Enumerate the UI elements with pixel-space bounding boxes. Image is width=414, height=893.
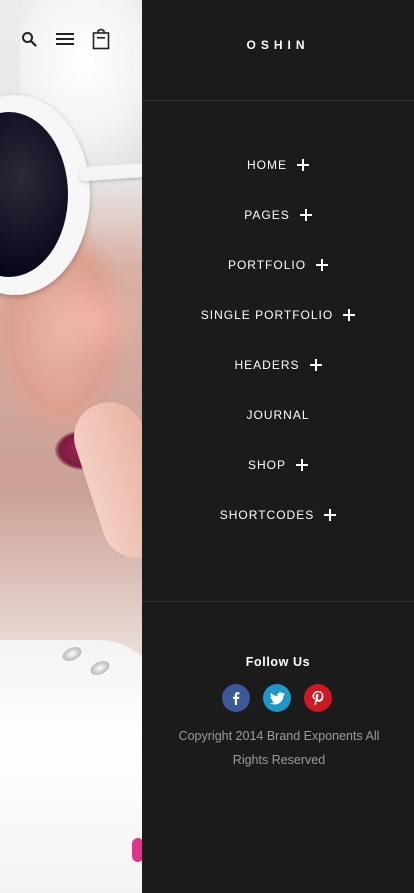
nav-item-home: HOME bbox=[142, 151, 414, 201]
plus-icon[interactable] bbox=[296, 459, 308, 471]
hamburger-icon[interactable] bbox=[54, 28, 76, 50]
search-icon[interactable] bbox=[18, 28, 40, 50]
social-links bbox=[222, 684, 345, 712]
nav-item-label: PORTFOLIO bbox=[227, 258, 307, 272]
nav-item-portfolio: PORTFOLIO bbox=[142, 251, 414, 301]
photo-finger bbox=[64, 393, 142, 567]
nav-link-journal[interactable]: JOURNAL bbox=[246, 401, 309, 429]
plus-icon[interactable] bbox=[309, 359, 322, 371]
photo-collar bbox=[0, 640, 142, 893]
nav-link-headers[interactable]: HEADERS bbox=[234, 351, 322, 379]
nav-item-label: SINGLE PORTFOLIO bbox=[200, 308, 334, 322]
photo-nail bbox=[132, 838, 142, 862]
facebook-icon[interactable] bbox=[222, 684, 250, 712]
nav-item-label: SHOP bbox=[247, 458, 286, 472]
hero-photo bbox=[0, 0, 142, 893]
nav-item-label: JOURNAL bbox=[246, 408, 310, 422]
plus-icon[interactable] bbox=[316, 259, 329, 271]
nav-item-shop: SHOP bbox=[142, 451, 414, 501]
twitter-icon[interactable] bbox=[263, 684, 291, 712]
pinterest-icon[interactable] bbox=[304, 684, 332, 712]
nav-item-label: HEADERS bbox=[234, 358, 300, 372]
side-menu-panel: OSHIN HOME PAGES PORTFOLIO SINGLE PORTFO… bbox=[142, 0, 414, 893]
copyright-text: Copyright 2014 Brand Exponents All Right… bbox=[178, 729, 380, 767]
plus-icon[interactable] bbox=[343, 309, 356, 321]
nav-item-label: HOME bbox=[247, 158, 287, 172]
site-logo[interactable]: OSHIN bbox=[142, 38, 414, 52]
nav-item-label: PAGES bbox=[244, 208, 290, 222]
nav-item-shortcodes: SHORTCODES bbox=[142, 501, 414, 551]
nav-item-label: SHORTCODES bbox=[219, 508, 315, 522]
plus-icon[interactable] bbox=[297, 159, 309, 171]
nav-item-pages: PAGES bbox=[142, 201, 414, 251]
nav-link-shop[interactable]: SHOP bbox=[248, 451, 308, 479]
nav-item-journal: JOURNAL bbox=[142, 401, 414, 451]
nav-link-home[interactable]: HOME bbox=[247, 151, 309, 179]
nav-link-portfolio[interactable]: PORTFOLIO bbox=[227, 251, 329, 279]
header-icons bbox=[18, 28, 126, 50]
shopping-bag-icon[interactable] bbox=[90, 28, 112, 50]
menu-divider-bottom bbox=[142, 601, 414, 602]
plus-icon[interactable] bbox=[324, 509, 337, 521]
nav-item-single-portfolio: SINGLE PORTFOLIO bbox=[142, 301, 414, 351]
nav-link-single-portfolio[interactable]: SINGLE PORTFOLIO bbox=[200, 301, 356, 329]
follow-us-heading: Follow Us bbox=[245, 655, 311, 669]
menu-divider-top bbox=[142, 100, 414, 101]
nav-item-headers: HEADERS bbox=[142, 351, 414, 401]
main-navigation: HOME PAGES PORTFOLIO SINGLE PORTFOLIO HE… bbox=[142, 151, 414, 551]
plus-icon[interactable] bbox=[299, 209, 312, 221]
nav-link-pages[interactable]: PAGES bbox=[244, 201, 312, 229]
nav-link-shortcodes[interactable]: SHORTCODES bbox=[219, 501, 337, 529]
